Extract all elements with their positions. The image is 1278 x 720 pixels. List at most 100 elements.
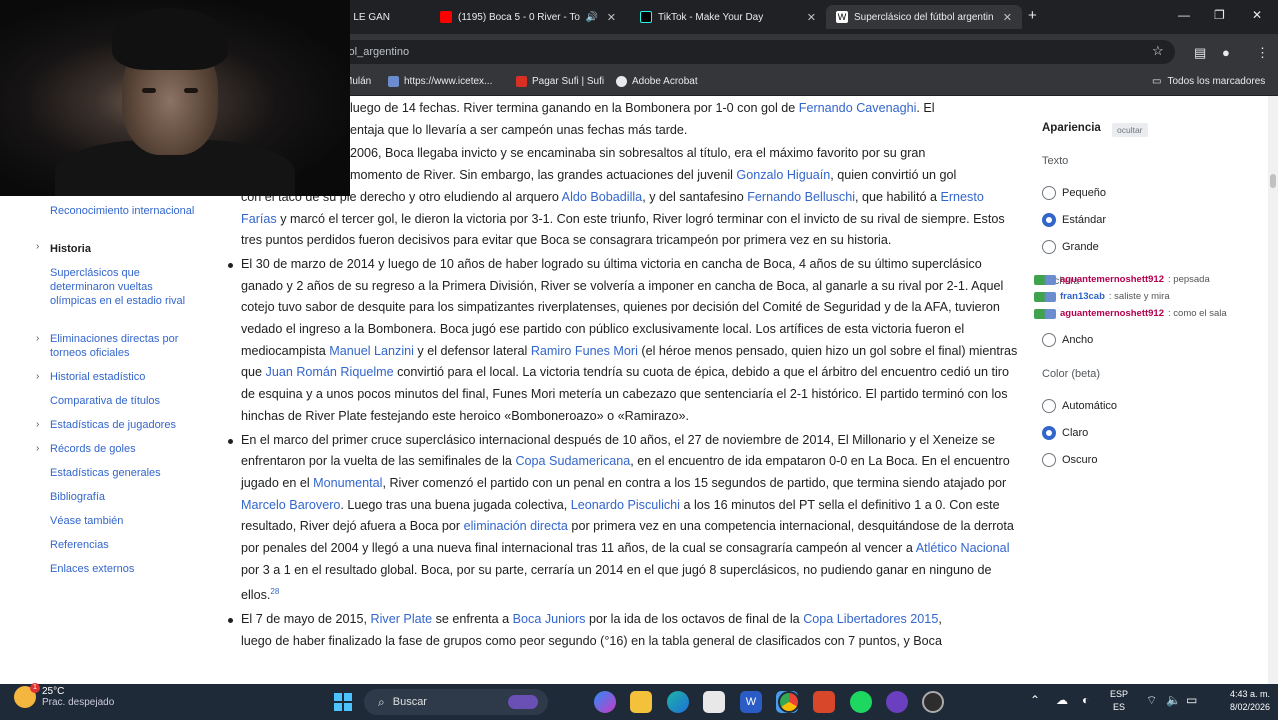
close-icon[interactable]: ✕ [607,11,616,24]
radio-width-wide[interactable]: Ancho [1042,333,1093,347]
link-boca-juniors[interactable]: Boca Juniors [513,612,586,626]
link-belluschi[interactable]: Fernando Belluschi [747,190,855,204]
toc-estadisticas[interactable]: Estadísticas generales [50,466,200,480]
link-barovero[interactable]: Marcelo Barovero [241,498,340,512]
all-bookmarks[interactable]: ▭ Todos los marcadores [1152,76,1265,87]
link-lanzini[interactable]: Manuel Lanzini [329,344,414,358]
close-icon[interactable]: ✕ [807,11,816,24]
chrome-icon[interactable] [778,691,800,713]
profile-icon[interactable]: ● [1222,45,1230,60]
clock[interactable]: 4:43 a. m. 8/02/2026 [1214,688,1270,714]
tray-app-icon[interactable]: ◐ [1082,693,1089,707]
word-icon[interactable]: W [740,691,762,713]
toc-vease[interactable]: Véase también [50,514,200,528]
text: . El [916,101,935,115]
link-riquelme[interactable]: Juan Román Riquelme [266,365,394,379]
window-close-icon[interactable]: ✕ [1252,8,1262,22]
spotify-icon[interactable] [850,691,872,713]
text: por la ida de los octavos de final de la [585,612,804,627]
radio-color-auto[interactable]: Automático [1042,399,1117,413]
text: y el defensor lateral [413,343,531,358]
radio-text-standard[interactable]: Estándar [1042,213,1106,227]
radio-button[interactable] [1042,240,1056,254]
toc-historial[interactable]: Historial estadístico [50,370,200,384]
toc-referencias[interactable]: Referencias [50,538,200,552]
app-red-icon[interactable] [813,691,835,713]
tab-4-active[interactable]: W Superclásico del fútbol argentin ✕ [826,5,1022,29]
link-bobadilla[interactable]: Aldo Bobadilla [562,190,643,204]
windows-start-icon[interactable] [334,693,352,711]
toc-comparativa[interactable]: Comparativa de títulos [50,394,200,408]
radio-color-dark[interactable]: Oscuro [1042,453,1097,467]
icetex-icon [388,76,399,87]
weather-widget[interactable]: 1 25°C Prac. despejado [14,683,114,708]
link-river-plate[interactable]: River Plate [371,612,433,626]
cloud-icon[interactable]: ☁ [1056,693,1068,707]
paragraph-5: El 7 de mayo de 2015, River Plate se enf… [228,609,1018,652]
page-scrollbar[interactable] [1268,96,1278,684]
toc-eliminaciones[interactable]: Eliminaciones directas por torneos ofici… [50,332,200,360]
taskbar-search[interactable]: ⌕ Buscar [364,689,548,715]
link-monumental[interactable]: Monumental [313,476,382,490]
toc-reconocimiento[interactable]: Reconocimiento internacional [50,204,200,218]
edge-icon[interactable] [667,691,689,713]
chevron-right-icon[interactable]: › [36,333,39,344]
bookmark-acrobat[interactable]: Adobe Acrobat [616,76,698,87]
toc-jugadores[interactable]: Estadísticas de jugadores [50,418,200,432]
wifi-icon[interactable]: ⌔ [1146,693,1157,708]
link-atletico-nacional[interactable]: Atlético Nacional [916,541,1010,555]
radio-text-small[interactable]: Pequeño [1042,186,1106,200]
reference-sup[interactable]: 28 [270,587,279,596]
maximize-icon[interactable]: ❐ [1214,8,1225,22]
extensions-icon[interactable]: ▤ [1194,45,1206,61]
hide-button[interactable]: ocultar [1112,123,1148,137]
color-label: Color (beta) [1042,368,1101,380]
star-icon[interactable]: ☆ [1152,43,1164,59]
battery-icon[interactable]: ▭ [1186,693,1197,707]
radio-button[interactable] [1042,186,1056,200]
link-libertadores-2015[interactable]: Copa Libertadores 2015 [803,612,938,626]
app-purple-icon[interactable] [886,691,908,713]
new-tab-icon[interactable]: + [1028,7,1037,24]
bookmark-icetex[interactable]: https://www.icetex... [388,76,492,87]
link-higuain[interactable]: Gonzalo Higuaín [736,168,830,182]
obs-icon[interactable] [922,691,944,713]
text: , [938,612,942,627]
volume-icon[interactable]: 🔈 [1166,693,1181,707]
tab-2[interactable]: (1195) Boca 5 - 0 River - To 🔊 ✕ [430,5,626,29]
toc-enlaces[interactable]: Enlaces externos [50,562,200,576]
file-explorer-icon[interactable] [630,691,652,713]
toc-records[interactable]: Récords de goles [50,442,200,456]
clock-date: 8/02/2026 [1229,702,1270,712]
radio-button-selected[interactable] [1042,213,1056,227]
radio-button[interactable] [1042,399,1056,413]
radio-button[interactable] [1042,333,1056,347]
scrollbar-thumb[interactable] [1270,174,1276,188]
link-eliminacion-directa[interactable]: eliminación directa [464,519,568,533]
toc-historia[interactable]: Historia [50,242,200,256]
radio-text-large[interactable]: Grande [1042,240,1099,254]
radio-color-light[interactable]: Claro [1042,426,1088,440]
chevron-right-icon[interactable]: › [36,241,39,252]
weather-sun-icon: 1 [14,683,40,708]
radio-button-selected[interactable] [1042,426,1056,440]
minimize-icon[interactable]: — [1178,8,1190,22]
chevron-right-icon[interactable]: › [36,443,39,454]
chevron-right-icon[interactable]: › [36,371,39,382]
language-indicator[interactable]: ESP ES [1110,688,1128,714]
radio-button[interactable] [1042,453,1056,467]
bookmark-sufi[interactable]: Pagar Sufi | Sufi [516,76,604,87]
copilot-icon[interactable] [594,691,616,713]
link-cavenaghi[interactable]: Fernando Cavenaghi [799,101,917,115]
store-icon[interactable] [703,691,725,713]
toc-superclasicos-vueltas[interactable]: Superclásicos que determinaron vueltas o… [50,266,200,308]
close-icon[interactable]: ✕ [1003,11,1012,24]
link-pisculichi[interactable]: Leonardo Pisculichi [571,498,680,512]
toc-bibliografia[interactable]: Bibliografía [50,490,200,504]
chevron-up-icon[interactable]: ⌃ [1030,693,1040,707]
menu-icon[interactable]: ⋮ [1256,45,1269,61]
link-funes-mori[interactable]: Ramiro Funes Mori [531,344,638,358]
link-copa-sudamericana[interactable]: Copa Sudamericana [515,454,630,468]
chevron-right-icon[interactable]: › [36,419,39,430]
tab-3[interactable]: TikTok - Make Your Day ✕ [630,5,826,29]
